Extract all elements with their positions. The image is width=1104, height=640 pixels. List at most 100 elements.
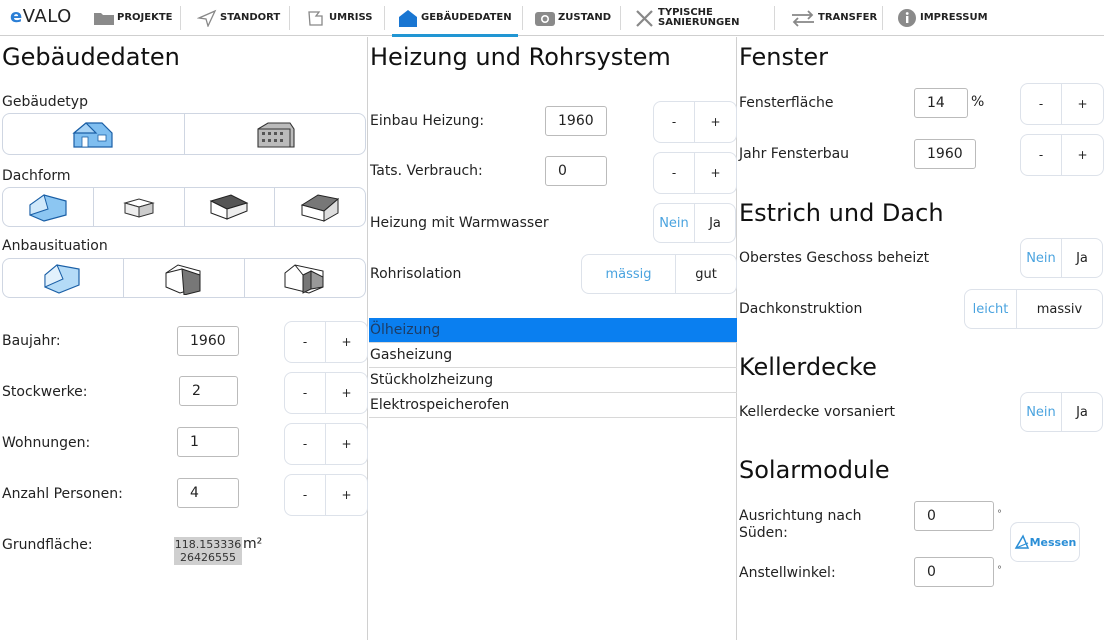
einbau-heizung-minus-button[interactable]: - [654, 102, 695, 142]
dachform-walmdach-option[interactable] [275, 188, 365, 226]
dachkonstruktion-massiv-option[interactable]: massiv [1017, 290, 1102, 328]
stockwerke-plus-button[interactable]: + [326, 373, 367, 413]
baujahr-stepper: - + [284, 321, 368, 363]
tools-icon [634, 9, 656, 27]
fensterflaeche-input[interactable]: 14 [914, 88, 968, 118]
wohnungen-label: Wohnungen: [2, 435, 91, 451]
top-navigation: eVALO PROJEKTE STANDORT UMRISS GEBÄUDEDA… [0, 0, 1104, 37]
baujahr-input[interactable]: 1960 [177, 326, 239, 356]
verbrauch-label: Tats. Verbrauch: [370, 163, 483, 179]
dachkonstruktion-label: Dachkonstruktion [739, 301, 863, 317]
wohnungen-plus-button[interactable]: + [326, 424, 367, 464]
jahr-fensterbau-input[interactable]: 1960 [914, 139, 976, 169]
warmwasser-nein-option[interactable]: Nein [654, 204, 695, 242]
messen-button[interactable]: Messen [1010, 522, 1080, 562]
outline-icon [305, 9, 327, 27]
einbau-heizung-label: Einbau Heizung: [370, 113, 485, 129]
einbau-heizung-stepper: - + [653, 101, 737, 143]
angle-measure-icon [1014, 534, 1029, 549]
nav-umriss[interactable]: UMRISS [305, 0, 372, 36]
gebaeudetyp-mehrfamilienhaus-option[interactable] [185, 114, 366, 154]
gebaeudetyp-einfamilienhaus-option[interactable] [3, 114, 185, 154]
heizungsart-item-gasheizung[interactable]: Gasheizung [369, 343, 737, 368]
ausrichtung-label: Ausrichtung nach Süden: [739, 508, 862, 541]
info-icon [896, 9, 918, 27]
fensterflaeche-minus-button[interactable]: - [1021, 84, 1062, 124]
kellerdecke-label: Kellerdecke vorsaniert [739, 404, 895, 420]
nav-projekte[interactable]: PROJEKTE [93, 0, 172, 36]
rohrisolation-toggle: mässig gut [581, 254, 737, 294]
dachkonstruktion-leicht-option[interactable]: leicht [965, 290, 1017, 328]
fensterflaeche-unit: % [971, 94, 985, 110]
kellerdecke-ja-option[interactable]: Ja [1062, 393, 1102, 431]
kellerdecke-nein-option[interactable]: Nein [1021, 393, 1062, 431]
hip-roof-icon [300, 194, 340, 222]
wohnungen-minus-button[interactable]: - [285, 424, 326, 464]
transfer-arrows-icon [790, 9, 816, 27]
dachform-flachdach-option[interactable] [94, 188, 185, 226]
oberstes-geschoss-ja-option[interactable]: Ja [1062, 239, 1102, 277]
detached-house-icon [44, 264, 80, 294]
verbrauch-input[interactable]: 0 [545, 156, 607, 186]
anbau-beidseitig-option[interactable] [245, 259, 365, 297]
wohnungen-stepper: - + [284, 423, 368, 465]
nav-gebaeudedaten[interactable]: GEBÄUDEDATEN [397, 0, 512, 36]
house-icon [397, 9, 419, 27]
einbau-heizung-plus-button[interactable]: + [695, 102, 736, 142]
verbrauch-stepper: - + [653, 152, 737, 194]
heizungsart-item-oelheizung[interactable]: Ölheizung [369, 318, 737, 343]
nav-standort[interactable]: STANDORT [196, 0, 280, 36]
single-family-house-icon [72, 122, 113, 148]
nav-impressum[interactable]: IMPRESSUM [896, 0, 988, 36]
stockwerke-minus-button[interactable]: - [285, 373, 326, 413]
personen-label: Anzahl Personen: [2, 486, 123, 502]
oberstes-geschoss-toggle: Nein Ja [1020, 238, 1103, 278]
fensterflaeche-plus-button[interactable]: + [1062, 84, 1103, 124]
einbau-heizung-input[interactable]: 1960 [545, 106, 607, 136]
personen-plus-button[interactable]: + [326, 475, 367, 515]
baujahr-minus-button[interactable]: - [285, 322, 326, 362]
anbau-freistehend-option[interactable] [3, 259, 124, 297]
heizung-panel: Heizung und Rohrsystem Einbau Heizung: 1… [369, 37, 737, 640]
heizungsart-item-stueckholzheizung[interactable]: Stückholzheizung [369, 368, 737, 393]
grundflaeche-unit: m² [243, 536, 263, 552]
heizungsart-list: Ölheizung Gasheizung Stückholzheizung El… [369, 318, 737, 418]
nav-zustand[interactable]: ZUSTAND [534, 0, 611, 36]
fensterflaeche-label: Fensterfläche [739, 95, 834, 111]
warmwasser-ja-option[interactable]: Ja [695, 204, 735, 242]
anstellwinkel-input[interactable]: 0 [914, 557, 994, 587]
location-arrow-icon [196, 9, 218, 27]
verbrauch-minus-button[interactable]: - [654, 153, 695, 193]
stockwerke-input[interactable]: 2 [179, 376, 238, 406]
ausrichtung-input[interactable]: 0 [914, 501, 994, 531]
dachform-pultdach-option[interactable] [185, 188, 276, 226]
dachform-selector [2, 187, 366, 227]
verbrauch-plus-button[interactable]: + [695, 153, 736, 193]
oberstes-geschoss-nein-option[interactable]: Nein [1021, 239, 1062, 277]
baujahr-label: Baujahr: [2, 333, 61, 349]
dachkonstruktion-toggle: leicht massiv [964, 289, 1103, 329]
warmwasser-toggle: Nein Ja [653, 203, 736, 243]
nav-typische-sanierungen[interactable]: TYPISCHE SANIERUNGEN [634, 0, 739, 36]
baujahr-plus-button[interactable]: + [326, 322, 367, 362]
personen-stepper: - + [284, 474, 368, 516]
jahr-fensterbau-minus-button[interactable]: - [1021, 135, 1062, 175]
rohrisolation-maessig-option[interactable]: mässig [582, 255, 676, 293]
nav-transfer[interactable]: TRANSFER [790, 0, 877, 36]
wohnungen-input[interactable]: 1 [177, 427, 239, 457]
gebaeudetyp-selector [2, 113, 366, 155]
mono-pitch-roof-icon [210, 194, 249, 220]
stockwerke-stepper: - + [284, 372, 368, 414]
dachform-satteldach-option[interactable] [3, 188, 94, 226]
gebaeudedaten-panel: Gebäudedaten Gebäudetyp Dachform Anbausi… [0, 37, 368, 640]
anbau-einseitig-option[interactable] [124, 259, 245, 297]
personen-input[interactable]: 4 [177, 478, 239, 508]
jahr-fensterbau-plus-button[interactable]: + [1062, 135, 1103, 175]
rohrisolation-gut-option[interactable]: gut [676, 255, 736, 293]
grundflaeche-label: Grundfläche: [2, 537, 93, 553]
personen-minus-button[interactable]: - [285, 475, 326, 515]
warmwasser-label: Heizung mit Warmwasser [370, 215, 549, 231]
heizungsart-item-elektrospeicherofen[interactable]: Elektrospeicherofen [369, 393, 737, 418]
semi-detached-house-icon [165, 264, 201, 295]
oberstes-geschoss-label: Oberstes Geschoss beheizt [739, 250, 930, 266]
